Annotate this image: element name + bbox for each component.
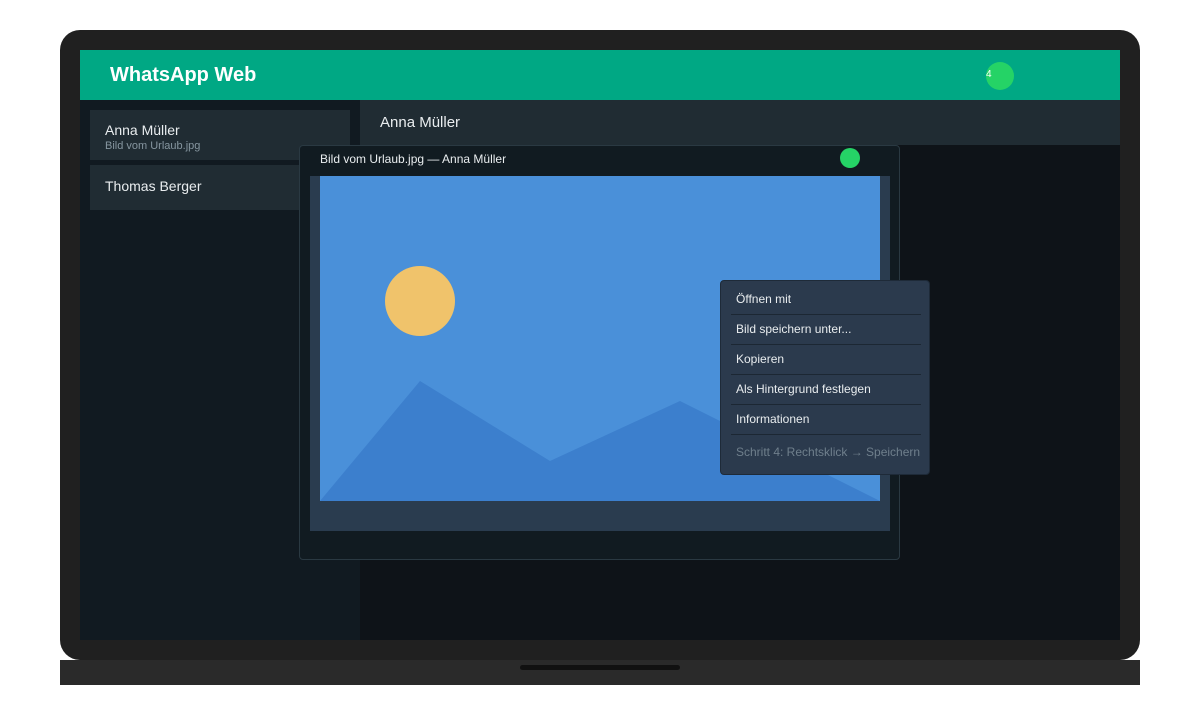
image-viewer-title: Bild vom Urlaub.jpg — Anna Müller (320, 152, 507, 166)
menu-item-label: Kopieren (736, 352, 785, 366)
notification-count: 4 (986, 69, 992, 80)
step-hint: Schritt 4: Rechtsklick → Speichern (736, 445, 921, 459)
chat-name: Anna Müller (105, 122, 180, 138)
sun-icon (385, 266, 455, 336)
menu-item-copy[interactable]: Kopieren (731, 346, 921, 375)
laptop-base (60, 660, 1140, 685)
menu-item-set-as-background[interactable]: Als Hintergrund festlegen (731, 376, 921, 405)
context-menu: Öffnen mit Bild speichern unter... Kopie… (720, 280, 930, 475)
chat-last-message: Bild vom Urlaub.jpg (105, 140, 201, 152)
menu-item-label: Bild speichern unter... (736, 322, 852, 336)
app-header: WhatsApp Web 4 (80, 50, 1120, 100)
menu-item-label: Öffnen mit (736, 292, 792, 306)
menu-item-save-image-as[interactable]: Bild speichern unter... (731, 316, 921, 345)
status-dot-icon (840, 148, 860, 168)
menu-item-open-with[interactable]: Öffnen mit (731, 286, 921, 315)
screen: WhatsApp Web 4 Anna Müller Bild vom Urla… (80, 50, 1120, 640)
menu-item-label: Als Hintergrund festlegen (736, 382, 871, 396)
app-title: WhatsApp Web (110, 64, 257, 86)
conversation-header: Anna Müller (360, 100, 1120, 145)
notification-badge[interactable]: 4 (986, 62, 1014, 90)
laptop-notch (520, 665, 680, 670)
menu-item-information[interactable]: Informationen (731, 406, 921, 435)
stage: WhatsApp Web 4 Anna Müller Bild vom Urla… (0, 0, 1200, 720)
menu-item-label: Informationen (736, 412, 810, 426)
chat-name: Thomas Berger (105, 178, 202, 194)
conversation-contact-name: Anna Müller (380, 114, 461, 131)
